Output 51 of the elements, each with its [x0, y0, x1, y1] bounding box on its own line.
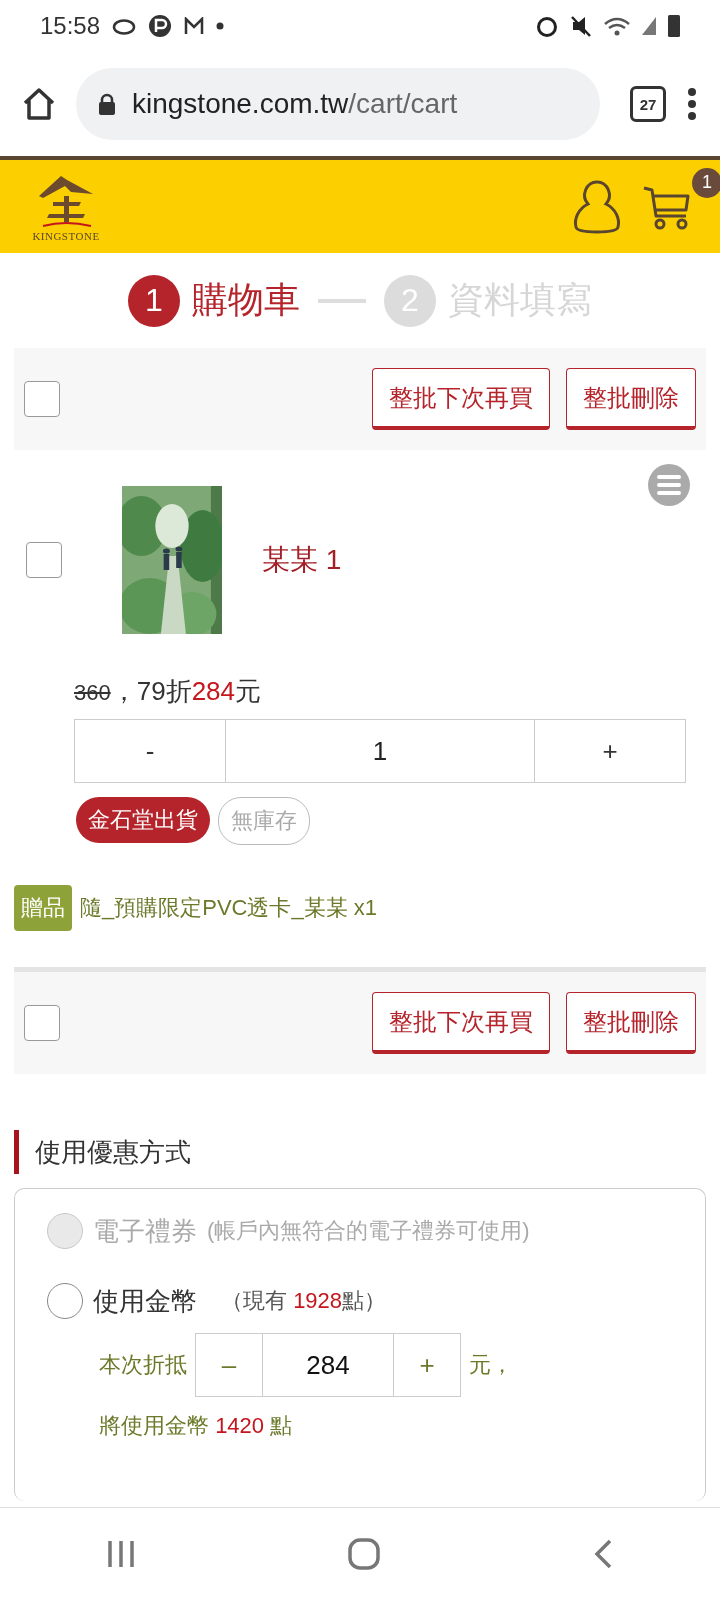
home-icon[interactable] [22, 87, 56, 121]
lock-icon [98, 93, 116, 115]
increase-button[interactable]: + [393, 1333, 461, 1397]
delete-button[interactable]: 整批刪除 [566, 368, 696, 430]
price-text: 360，79折284元 [74, 675, 263, 708]
menu-icon[interactable] [648, 464, 690, 506]
option-note: （現有 1928點） [221, 1287, 387, 1315]
more-menu-icon[interactable] [686, 87, 698, 121]
decrease-button[interactable]: - [74, 719, 226, 783]
status-tag: 金石堂出貨 [76, 797, 210, 843]
url-text: kingstone.com.tw/cart/cart [132, 88, 458, 120]
home-button-icon[interactable] [348, 1538, 380, 1570]
mail-icon [184, 17, 205, 35]
parking-icon [148, 14, 173, 38]
status-time: 15:58 [40, 12, 101, 40]
gift-badge: 贈品 [14, 885, 72, 931]
buy-later-button[interactable]: 整批下次再買 [372, 992, 550, 1054]
option-note: (帳戶內無符合的電子禮券可使用) [207, 1217, 530, 1245]
address-bar[interactable]: kingstone.com.tw/cart/cart [76, 68, 600, 140]
tab-count[interactable]: 27 [630, 86, 666, 122]
option-label: 使用金幣 [93, 1284, 197, 1318]
coin-usage-text: 將使用金幣 1420 點 [99, 1412, 294, 1440]
cart-count-badge: 1 [692, 167, 720, 198]
wifi-icon [604, 16, 630, 36]
dot-icon [216, 22, 225, 30]
unit-text: 元， [469, 1351, 513, 1379]
signal-icon [642, 17, 656, 35]
product-title[interactable]: 某某 1 [262, 541, 342, 579]
buy-later-button[interactable]: 整批下次再買 [372, 368, 550, 430]
increase-button[interactable]: + [534, 719, 686, 783]
decrease-button[interactable]: – [195, 1333, 263, 1397]
status-tag: 無庫存 [218, 797, 310, 845]
back-icon[interactable] [593, 1539, 614, 1569]
mute-icon [570, 15, 592, 37]
checkbox[interactable] [24, 381, 60, 417]
battery-icon [668, 15, 680, 37]
checkbox[interactable] [26, 542, 62, 578]
radio-button[interactable] [47, 1283, 83, 1319]
user-icon[interactable] [572, 178, 622, 235]
gift-text: 隨_預購限定PVC透卡_某某 x1 [80, 894, 378, 922]
delete-button[interactable]: 整批刪除 [566, 992, 696, 1054]
recents-icon[interactable] [106, 1539, 135, 1569]
coin-amount-field[interactable]: 284 [263, 1333, 393, 1397]
deduct-label: 本次折抵 [99, 1351, 187, 1379]
option-label: 電子禮券 [93, 1214, 197, 1248]
logo-text: KINGSTONE [32, 229, 100, 242]
step-label: 購物車 [192, 278, 300, 322]
section-title: 使用優惠方式 [14, 1130, 706, 1174]
step-number: 1 [128, 274, 180, 327]
checkbox[interactable] [24, 1005, 60, 1041]
quantity-field[interactable]: 1 [226, 719, 534, 783]
